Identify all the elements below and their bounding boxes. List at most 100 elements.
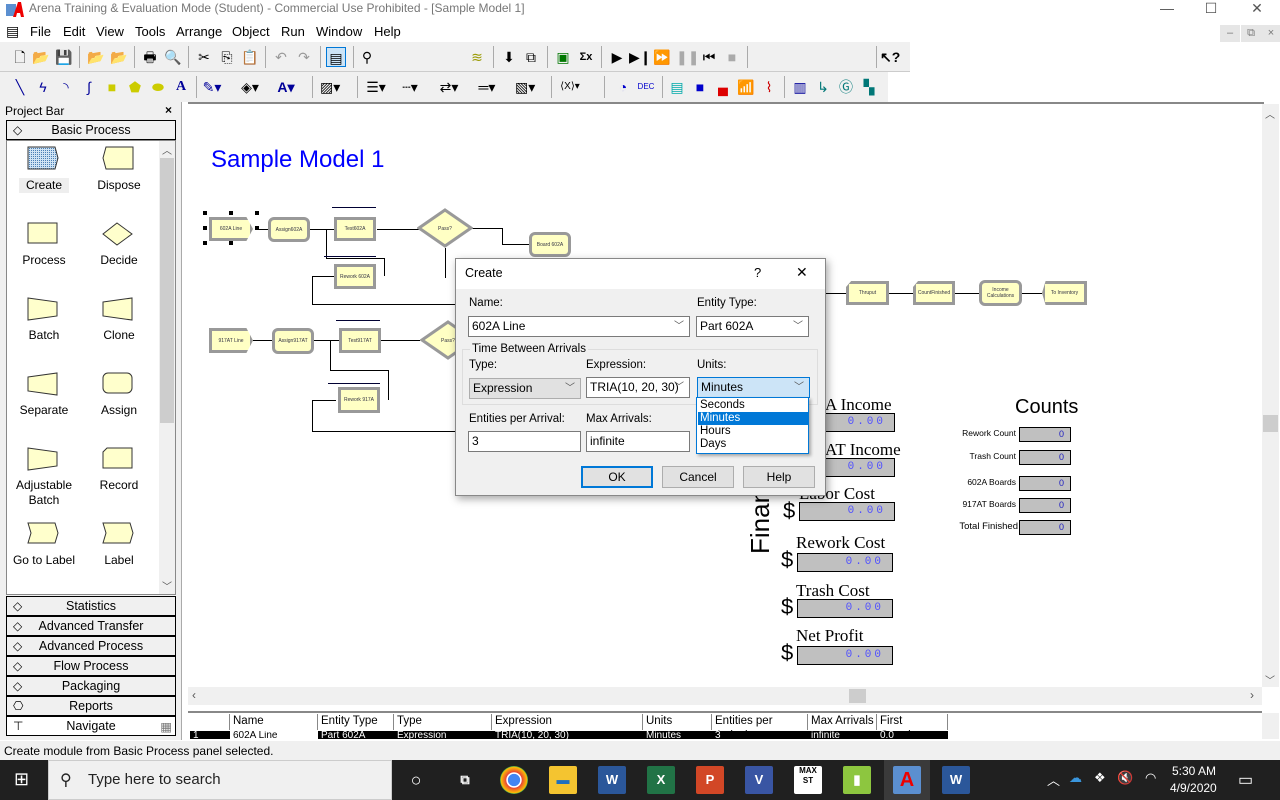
clock-icon[interactable]: ◔	[613, 77, 633, 97]
clock-time[interactable]: 5:30 AM	[1172, 764, 1216, 778]
queue-icon[interactable]: ⌇	[759, 77, 779, 97]
units-option-days[interactable]: Days	[698, 438, 809, 451]
menu-run[interactable]: Run	[281, 24, 305, 39]
block-rework-602a[interactable]: Rework 602A	[334, 264, 376, 289]
block-assign917at[interactable]: Assign917AT	[272, 328, 314, 354]
palette-scroll-thumb[interactable]	[160, 158, 174, 423]
variable-icon[interactable]: ▤	[667, 77, 687, 97]
menu-file[interactable]: File	[30, 24, 51, 39]
context-help-icon[interactable]: ↖?	[880, 47, 900, 67]
block-rework-917a[interactable]: Rework 917A	[338, 387, 380, 413]
submodel-icon[interactable]: Σx	[576, 47, 596, 67]
panel-packaging[interactable]: ◇ Packaging	[6, 676, 176, 696]
visio-icon[interactable]: V	[745, 766, 773, 794]
dialog-help-icon[interactable]: ?	[754, 265, 761, 280]
canvas-vertical-scroll-thumb[interactable]	[1263, 415, 1278, 432]
volume-muted-icon[interactable]: 🔇	[1117, 770, 1133, 786]
text-tool-icon[interactable]: A	[171, 77, 191, 97]
wifi-icon[interactable]: ◠	[1145, 770, 1156, 786]
line-pattern-icon[interactable]: ═▾	[477, 77, 497, 97]
grid-header-expression[interactable]: Expression	[492, 714, 643, 730]
line-tool-icon[interactable]: ╲	[10, 77, 30, 97]
mdi-close-button[interactable]: ×	[1261, 25, 1280, 42]
end-icon[interactable]: ■	[722, 47, 742, 67]
block-test602a[interactable]: Test602A	[334, 217, 376, 241]
paste-icon[interactable]: 📋	[240, 47, 260, 67]
grid-header-units[interactable]: Units	[643, 714, 712, 730]
fill-color-icon[interactable]: ◈▾	[240, 77, 260, 97]
mdi-minimize-button[interactable]: –	[1220, 25, 1240, 42]
chrome-icon[interactable]	[500, 766, 528, 794]
level-icon[interactable]: ■	[690, 77, 710, 97]
cut-icon[interactable]: ✂	[194, 47, 214, 67]
block-pass-decide-2[interactable]: Pass?	[420, 320, 460, 360]
pause-icon[interactable]: ❚❚	[676, 47, 699, 67]
run-go-icon[interactable]: ▶	[607, 47, 627, 67]
animate-connectors-icon[interactable]: ▣	[553, 47, 573, 67]
global-icon[interactable]: ↳	[813, 77, 833, 97]
expression-combobox[interactable]: TRIA(10, 20, 30) ﹀	[586, 377, 690, 398]
grid-header-type[interactable]: Type	[394, 714, 492, 730]
block-board-602a[interactable]: Board 602A	[529, 232, 571, 257]
transporter-icon[interactable]: Ⓖ	[836, 77, 856, 97]
dropbox-icon[interactable]: ❖	[1094, 770, 1106, 786]
panel-reports[interactable]: ⎔ Reports	[6, 696, 176, 716]
rectangle-tool-icon[interactable]: ■	[102, 77, 122, 97]
menu-edit[interactable]: Edit	[63, 24, 85, 39]
scroll-up-icon[interactable]: ︿	[1265, 106, 1275, 121]
line-width-icon[interactable]: ☰▾	[366, 77, 386, 97]
scroll-right-icon[interactable]: ›	[1250, 688, 1254, 702]
connect-icon[interactable]: ⬇	[499, 47, 519, 67]
line-style-icon[interactable]: ┄▾	[400, 77, 420, 97]
panel-advanced-transfer[interactable]: ◇ Advanced Transfer	[6, 616, 176, 636]
open-folder-icon[interactable]: 📂	[31, 47, 51, 67]
redo-icon[interactable]: ↷	[294, 47, 314, 67]
canvas-horizontal-scroll-thumb[interactable]	[849, 689, 866, 703]
smart-connect-icon[interactable]: ⧉	[521, 47, 541, 67]
block-assign602a[interactable]: Assign602A	[268, 217, 310, 242]
layers-icon[interactable]: ≋	[467, 47, 487, 67]
show-dimensions-icon[interactable]: ⟨X⟩▾	[560, 77, 580, 97]
text-color-icon[interactable]: A▾	[276, 77, 296, 97]
project-bar-close-icon[interactable]: ×	[165, 103, 172, 117]
word-icon-2[interactable]: W	[942, 766, 970, 794]
polyline-tool-icon[interactable]: ϟ	[33, 77, 53, 97]
minimize-button[interactable]: —	[1144, 0, 1190, 22]
mdi-restore-button[interactable]: ⧉	[1241, 25, 1261, 42]
menu-tools[interactable]: Tools	[135, 24, 165, 39]
template-detach-icon[interactable]: 📂	[109, 47, 129, 67]
menu-help[interactable]: Help	[374, 24, 401, 39]
panel-advanced-process[interactable]: ◇ Advanced Process	[6, 636, 176, 656]
name-combobox[interactable]: 602A Line ﹀	[468, 316, 690, 337]
date-icon[interactable]: DEC	[636, 77, 656, 97]
task-view-icon[interactable]: ⧉	[451, 766, 479, 794]
start-over-icon[interactable]: ⏮	[699, 47, 719, 67]
scroll-down-icon[interactable]: ﹀	[162, 578, 172, 593]
grid-header-entities-per-arrival[interactable]: Entities per Arrival	[712, 714, 808, 742]
grid-header-first-creation[interactable]: First Creation	[877, 714, 948, 742]
tray-chevron-icon[interactable]: ︿	[1047, 770, 1060, 789]
scroll-left-icon[interactable]: ‹	[192, 688, 196, 702]
polygon-tool-icon[interactable]: ⬟	[125, 77, 145, 97]
units-option-seconds[interactable]: Seconds	[698, 399, 809, 412]
canvas-vertical-scrollbar[interactable]	[1262, 104, 1279, 687]
table-row[interactable]: 1 602A Line Part 602A Expression TRIA(10…	[190, 731, 948, 739]
station-icon[interactable]: ▚	[859, 77, 879, 97]
thumbnail-icon[interactable]: ▦	[160, 718, 172, 736]
print-icon[interactable]: 🖶	[140, 47, 160, 67]
word-icon[interactable]: W	[598, 766, 626, 794]
layers-toggle-icon[interactable]: ▤	[326, 47, 346, 67]
panel-navigate[interactable]: ⊤ Navigate ▦	[6, 716, 176, 736]
block-602a-line[interactable]: 602A Line	[209, 217, 253, 241]
type-select[interactable]: Expression ﹀	[469, 378, 581, 399]
canvas-horizontal-scrollbar[interactable]	[188, 687, 1262, 705]
resource-icon[interactable]: ▥	[790, 77, 810, 97]
undo-icon[interactable]: ↶	[271, 47, 291, 67]
menu-arrange[interactable]: Arrange	[176, 24, 222, 39]
template-attach-icon[interactable]: 📂	[86, 47, 106, 67]
file-explorer-icon[interactable]: ▬	[549, 766, 577, 794]
notifications-icon[interactable]: ▭	[1238, 770, 1253, 790]
excel-icon[interactable]: X	[647, 766, 675, 794]
menu-view[interactable]: View	[96, 24, 124, 39]
menu-object[interactable]: Object	[232, 24, 270, 39]
